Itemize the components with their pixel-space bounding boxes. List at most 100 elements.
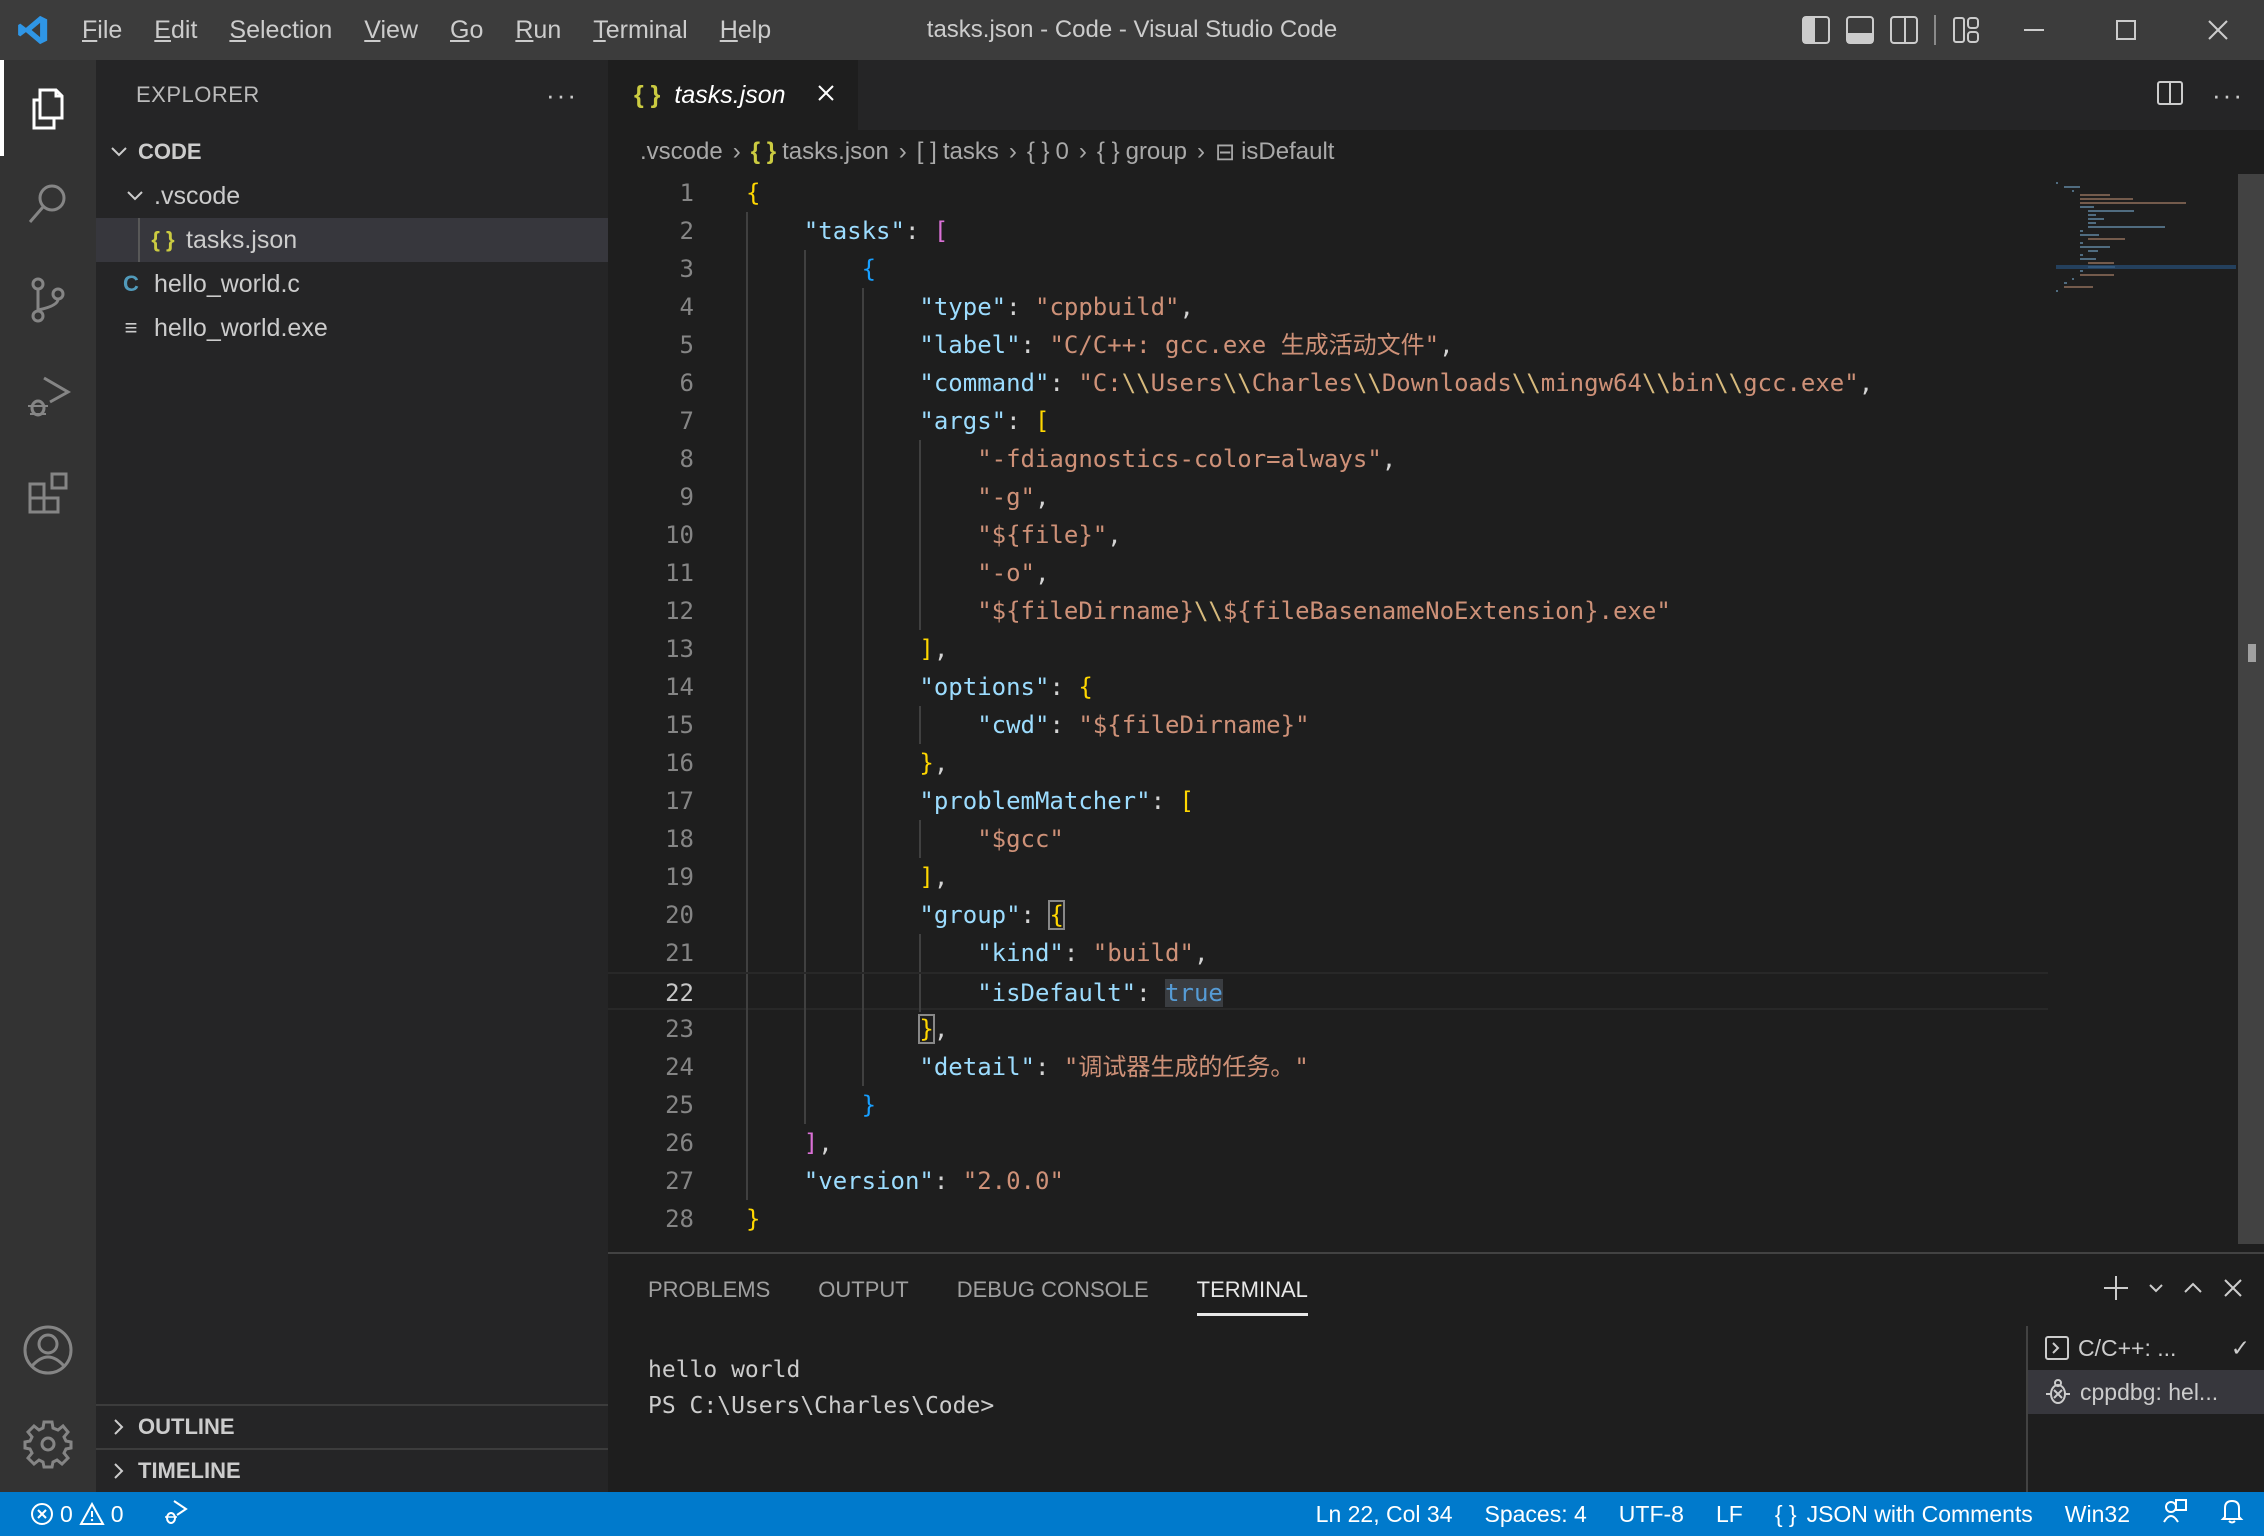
split-editor-button[interactable] [2156, 79, 2184, 112]
minimap-line [2088, 262, 2114, 264]
code-line[interactable]: 16 }, [608, 744, 2048, 782]
maximize-panel-button[interactable] [2182, 1277, 2204, 1304]
terminal-output[interactable]: hello world PS C:\Users\Charles\Code> [648, 1352, 994, 1424]
toggle-secondary-sidebar-button[interactable] [1882, 0, 1926, 60]
terminal-item-cppdbg[interactable]: cppdbg: hel... [2028, 1370, 2264, 1414]
menu-file[interactable]: File [66, 0, 138, 60]
close-panel-button[interactable] [2222, 1277, 2244, 1304]
problems-status[interactable]: 0 0 [30, 1501, 124, 1528]
code-line[interactable]: 7 "args": [ [608, 402, 2048, 440]
breadcrumb-item[interactable]: ⊟ isDefault [1215, 138, 1334, 167]
code-line[interactable]: 8 "-fdiagnostics-color=always", [608, 440, 2048, 478]
panel-actions [2102, 1254, 2244, 1326]
editor-scrollbar[interactable] [2238, 174, 2264, 1244]
new-terminal-button[interactable] [2102, 1274, 2130, 1307]
code-line[interactable]: 24 "detail": "调试器生成的任务。" [608, 1048, 2048, 1086]
code-line[interactable]: 5 "label": "C/C++: gcc.exe 生成活动文件", [608, 326, 2048, 364]
object-icon: { } [1096, 138, 1120, 165]
code-line[interactable]: 15 "cwd": "${fileDirname}" [608, 706, 2048, 744]
cursor-position[interactable]: Ln 22, Col 34 [1316, 1501, 1453, 1528]
breadcrumb-item[interactable]: .vscode [640, 138, 723, 166]
tree-item-vscode-folder[interactable]: .vscode [96, 174, 608, 218]
encoding[interactable]: UTF-8 [1619, 1501, 1684, 1528]
activity-manage[interactable] [0, 1396, 96, 1492]
terminal-item-cpp-build[interactable]: C/C++: ... ✓ [2028, 1326, 2264, 1370]
code-line[interactable]: 25 } [608, 1086, 2048, 1124]
customize-layout-button[interactable] [1944, 0, 1988, 60]
code-line[interactable]: 26 ], [608, 1124, 2048, 1162]
terminal-dropdown-button[interactable] [2148, 1280, 2164, 1301]
menu-edit[interactable]: Edit [138, 0, 213, 60]
code-line[interactable]: 17 "problemMatcher": [ [608, 782, 2048, 820]
code-line[interactable]: 20 "group": { [608, 896, 2048, 934]
editor-more-actions-button[interactable]: ··· [2212, 80, 2244, 111]
code-line[interactable]: 19 ], [608, 858, 2048, 896]
breadcrumb-label: group [1125, 138, 1187, 165]
minimize-icon [2024, 29, 2044, 31]
code-text: "label": "C/C++: gcc.exe 生成活动文件", [919, 331, 1454, 359]
menu-terminal[interactable]: Terminal [577, 0, 703, 60]
menu-selection[interactable]: Selection [213, 0, 348, 60]
activity-explorer[interactable] [0, 60, 96, 156]
code-line[interactable]: 6 "command": "C:\\Users\\Charles\\Downlo… [608, 364, 2048, 402]
tree-item-hello-world-exe[interactable]: ≡ hello_world.exe [96, 306, 608, 350]
panel-tab-problems[interactable]: PROBLEMS [648, 1254, 770, 1326]
activity-search[interactable] [0, 156, 96, 252]
close-window-button[interactable] [2172, 0, 2264, 60]
toggle-panel-button[interactable] [1838, 0, 1882, 60]
chevron-up-icon [2184, 1282, 2202, 1293]
menu-go[interactable]: Go [434, 0, 499, 60]
timeline-section-header[interactable]: TIMELINE [96, 1448, 608, 1492]
tree-item-tasks-json[interactable]: { } tasks.json [96, 218, 608, 262]
explorer-root-folder[interactable]: CODE [96, 130, 608, 174]
activity-extensions[interactable] [0, 444, 96, 540]
breadcrumb-item[interactable]: { } tasks.json [751, 138, 889, 166]
code-line[interactable]: 22 "isDefault": true [608, 972, 2048, 1012]
minimize-button[interactable] [1988, 0, 2080, 60]
panel-tab-output[interactable]: OUTPUT [818, 1254, 908, 1326]
activity-accounts[interactable] [0, 1302, 96, 1398]
code-line[interactable]: 9 "-g", [608, 478, 2048, 516]
language-mode[interactable]: { } JSON with Comments [1775, 1501, 2033, 1528]
code-editor[interactable]: 1{2 "tasks": [3 {4 "type": "cppbuild", 5 … [608, 174, 2048, 1244]
code-line[interactable]: 2 "tasks": [ [608, 212, 2048, 250]
sidebar-layout-icon [1802, 16, 1830, 44]
code-line[interactable]: 14 "options": { [608, 668, 2048, 706]
menu-run[interactable]: Run [499, 0, 577, 60]
code-line[interactable]: 28} [608, 1200, 2048, 1238]
breadcrumb-item[interactable]: { } 0 [1027, 138, 1069, 166]
more-actions-button[interactable]: ··· [546, 80, 578, 111]
activity-run-debug[interactable] [0, 348, 96, 444]
tab-tasks-json[interactable]: { } tasks.json [608, 60, 858, 130]
panel-tab-debug-console[interactable]: DEBUG CONSOLE [957, 1254, 1149, 1326]
tab-close-button[interactable] [816, 81, 836, 110]
breadcrumb-item[interactable]: [ ] tasks [917, 138, 999, 166]
tree-item-hello-world-c[interactable]: C hello_world.c [96, 262, 608, 306]
maximize-button[interactable] [2080, 0, 2172, 60]
panel-tab-terminal[interactable]: TERMINAL [1196, 1254, 1309, 1326]
code-line[interactable]: 11 "-o", [608, 554, 2048, 592]
code-line[interactable]: 23 }, [608, 1010, 2048, 1048]
code-line[interactable]: 21 "kind": "build", [608, 934, 2048, 972]
breadcrumb-item[interactable]: { } group [1097, 138, 1187, 166]
debug-status-button[interactable] [162, 1497, 190, 1531]
code-line[interactable]: 27 "version": "2.0.0" [608, 1162, 2048, 1200]
code-line[interactable]: 13 ], [608, 630, 2048, 668]
code-line[interactable]: 3 { [608, 250, 2048, 288]
notifications-button[interactable] [2220, 1498, 2244, 1530]
menu-help[interactable]: Help [704, 0, 787, 60]
activity-source-control[interactable] [0, 252, 96, 348]
outline-section-header[interactable]: OUTLINE [96, 1404, 608, 1448]
feedback-button[interactable] [2162, 1498, 2188, 1530]
code-line[interactable]: 18 "$gcc" [608, 820, 2048, 858]
toggle-primary-sidebar-button[interactable] [1794, 0, 1838, 60]
end-of-line[interactable]: LF [1716, 1501, 1743, 1528]
code-line[interactable]: 4 "type": "cppbuild", [608, 288, 2048, 326]
platform[interactable]: Win32 [2065, 1501, 2130, 1528]
code-line[interactable]: 1{ [608, 174, 2048, 212]
code-line[interactable]: 12 "${fileDirname}\\${fileBasenameNoExte… [608, 592, 2048, 630]
indentation[interactable]: Spaces: 4 [1485, 1501, 1587, 1528]
code-line[interactable]: 10 "${file}", [608, 516, 2048, 554]
menu-view[interactable]: View [348, 0, 434, 60]
minimap[interactable] [2056, 174, 2236, 1244]
